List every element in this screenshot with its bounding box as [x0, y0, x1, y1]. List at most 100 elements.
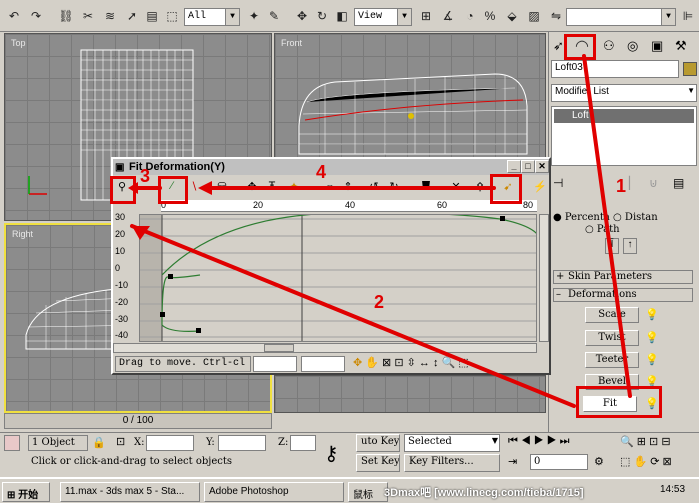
taskbar-item-3dsmax[interactable]: 11.max - 3ds max 5 - Sta...: [60, 482, 200, 502]
current-frame-field[interactable]: 0: [530, 454, 588, 470]
selection-filter-dropdown[interactable]: All ▼: [184, 8, 240, 26]
rotate-cw-icon[interactable]: ↻: [385, 177, 403, 195]
create-tab-icon[interactable]: ➶: [553, 38, 564, 54]
zoom-icon[interactable]: 🔍: [442, 357, 456, 369]
maximize-viewport-icon[interactable]: ⊠: [663, 456, 672, 468]
pan-icon[interactable]: ✋: [633, 456, 647, 468]
unlink-icon[interactable]: ✂: [78, 6, 98, 26]
named-selection-dropdown[interactable]: ▼: [566, 8, 676, 26]
reset-curve-icon[interactable]: ✕: [447, 177, 465, 195]
horizontal-scrollbar[interactable]: [113, 343, 537, 353]
redo-icon[interactable]: ↷: [26, 6, 46, 26]
vertical-scrollbar[interactable]: [539, 214, 549, 342]
configure-sets-icon[interactable]: ▤: [673, 176, 684, 190]
motion-tab-icon[interactable]: ◎: [627, 38, 638, 54]
snap-icon[interactable]: ∡: [438, 6, 458, 26]
object-color-swatch[interactable]: [683, 62, 697, 76]
zoom-icon[interactable]: 🔍: [620, 436, 634, 448]
start-button[interactable]: ⊞ 开始: [2, 482, 50, 502]
zoom-extents-icon[interactable]: ⊠: [382, 357, 391, 369]
make-unique-icon[interactable]: ⊍: [649, 176, 658, 190]
generate-path-icon[interactable]: ⚡: [531, 177, 549, 195]
absolute-mode-icon[interactable]: ⊡: [116, 435, 125, 448]
rollout-skin-parameters[interactable]: + Skin Parameters: [553, 270, 693, 284]
named-sets-icon[interactable]: ▨: [524, 6, 544, 26]
goto-end-icon[interactable]: ⏭: [560, 435, 570, 447]
zoom-vertical-icon[interactable]: ↕: [433, 357, 439, 369]
hierarchy-tab-icon[interactable]: ⚇: [603, 38, 615, 54]
viewport-perspective[interactable]: [274, 375, 546, 413]
spinner-snap-icon[interactable]: ⬙: [502, 6, 522, 26]
pin-stack-icon[interactable]: ⊣: [553, 176, 563, 190]
scale-icon[interactable]: ◧: [332, 6, 352, 26]
move-control-point-icon[interactable]: ✥: [243, 177, 261, 195]
next-frame-icon[interactable]: ▶: [547, 435, 557, 447]
lock-icon[interactable]: 🔒: [92, 436, 106, 449]
modifier-list-dropdown[interactable]: Modifier List ▼: [551, 84, 697, 102]
move-point-icon[interactable]: ✥: [353, 357, 362, 369]
zoom-extents-all-icon[interactable]: ⊟: [661, 436, 670, 448]
key-icon[interactable]: ⚷: [324, 441, 339, 466]
move-icon[interactable]: ✥: [292, 6, 312, 26]
maxscript-listener-icon[interactable]: [4, 435, 20, 451]
point-y-field[interactable]: [301, 356, 345, 372]
stack-item-loft[interactable]: Loft: [554, 109, 694, 123]
delete-curve-icon[interactable]: ⚴: [471, 177, 489, 195]
deformation-graph[interactable]: [139, 214, 537, 342]
insert-corner-point-icon[interactable]: ✦: [285, 177, 303, 195]
zoom-all-icon[interactable]: ⊞: [637, 436, 646, 448]
link-icon[interactable]: ⛓: [56, 6, 76, 26]
lightbulb-icon[interactable]: 💡: [645, 331, 659, 344]
zoom-region-icon[interactable]: ⬚: [458, 357, 468, 369]
select-region-icon[interactable]: ⬚: [162, 6, 182, 26]
z-coord-field[interactable]: [290, 435, 316, 451]
pivot-icon[interactable]: ⊞: [416, 6, 436, 26]
y-coord-field[interactable]: [218, 435, 266, 451]
mirror-icon[interactable]: ⇋: [546, 6, 566, 26]
pan-icon[interactable]: ✋: [365, 357, 379, 369]
align-icon[interactable]: ⊫: [678, 6, 698, 26]
dialog-titlebar[interactable]: ▣ Fit Deformation(Y) _ □ ✕: [113, 159, 549, 175]
utilities-tab-icon[interactable]: ⚒: [675, 38, 687, 54]
time-config-icon[interactable]: ⚙: [594, 455, 604, 468]
scale-control-point-icon[interactable]: Ŧ: [263, 177, 281, 195]
close-icon[interactable]: ✕: [535, 160, 549, 173]
select-icon[interactable]: ➚: [122, 6, 142, 26]
minimize-icon[interactable]: _: [507, 160, 521, 173]
teeter-deform-button[interactable]: Teeter: [585, 352, 639, 368]
scroll-thumb[interactable]: [264, 344, 294, 352]
mirror-vertical-icon[interactable]: ⇕: [339, 177, 357, 195]
x-coord-field[interactable]: [146, 435, 194, 451]
lightbulb-icon[interactable]: 💡: [645, 353, 659, 366]
object-name-field[interactable]: Loft03: [551, 60, 679, 78]
twist-deform-button[interactable]: Twist: [585, 330, 639, 346]
rotate-ccw-icon[interactable]: ↺: [365, 177, 383, 195]
swap-deform-curves-icon[interactable]: ⛁: [213, 177, 231, 195]
zoom-extents-icon[interactable]: ⊡: [649, 436, 658, 448]
select-manipulate-icon[interactable]: ✦: [244, 6, 264, 26]
coord-system-dropdown[interactable]: View ▼: [354, 8, 412, 26]
paint-select-icon[interactable]: ✎: [264, 6, 284, 26]
radio-path[interactable]: ○: [585, 224, 597, 235]
get-shape-icon[interactable]: ↑: [623, 238, 637, 254]
show-result-icon[interactable]: ▏: [629, 176, 638, 190]
set-key-button[interactable]: Set Key: [356, 454, 400, 472]
play-icon[interactable]: ▶: [534, 435, 544, 447]
point-x-field[interactable]: [253, 356, 297, 372]
radio-percentage[interactable]: ●: [553, 212, 565, 223]
angle-snap-icon[interactable]: ◔: [460, 6, 480, 26]
zoom-horizontal-icon[interactable]: ↔: [419, 357, 430, 369]
scale-deform-button[interactable]: Scale: [585, 307, 639, 323]
auto-key-button[interactable]: uto Key: [356, 434, 400, 452]
lightbulb-icon[interactable]: 💡: [645, 308, 659, 321]
rotate-icon[interactable]: ↻: [312, 6, 332, 26]
display-tab-icon[interactable]: ▣: [651, 38, 663, 54]
prev-frame-icon[interactable]: ◀: [521, 435, 531, 447]
zoom-vertical-extents-icon[interactable]: ⇳: [407, 357, 416, 369]
radio-distance[interactable]: ○: [613, 212, 625, 223]
region-zoom-icon[interactable]: ⬚: [620, 456, 630, 468]
goto-start-icon[interactable]: ⏮: [508, 435, 518, 447]
zoom-horizontal-extents-icon[interactable]: ⊡: [394, 357, 403, 369]
key-mode-toggle-icon[interactable]: ⇥: [508, 455, 517, 468]
taskbar-item-photoshop[interactable]: Adobe Photoshop: [204, 482, 344, 502]
